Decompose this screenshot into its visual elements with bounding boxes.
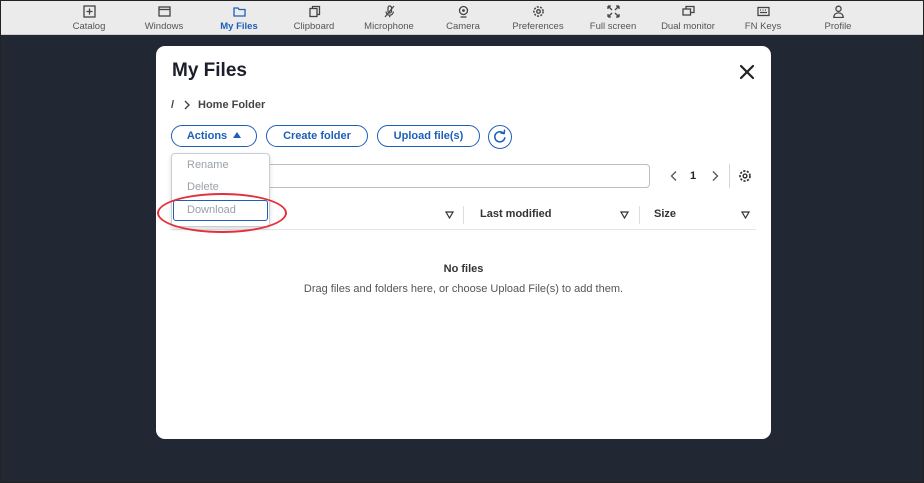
sort-down-icon[interactable]: [620, 211, 629, 219]
toolbar-label: Catalog: [72, 21, 106, 32]
page-number: 1: [690, 170, 697, 182]
dual-monitor-icon: [682, 5, 695, 16]
column-header-size[interactable]: Size: [654, 208, 676, 220]
modal-title: My Files: [172, 60, 247, 81]
sort-down-icon[interactable]: [741, 211, 750, 219]
window-icon: [158, 6, 171, 17]
chevron-left-icon[interactable]: [668, 170, 680, 182]
refresh-button[interactable]: [488, 125, 512, 149]
plus-square-icon: [83, 5, 96, 18]
gear-icon: [533, 6, 544, 17]
upload-files-button[interactable]: Upload file(s): [377, 125, 480, 147]
create-folder-button[interactable]: Create folder: [266, 125, 368, 147]
column-divider: [639, 206, 640, 224]
close-icon[interactable]: [736, 61, 758, 83]
breadcrumb-current: Home Folder: [198, 99, 266, 111]
breadcrumb-root[interactable]: /: [171, 99, 174, 111]
menu-item-delete[interactable]: Delete: [187, 181, 219, 193]
toolbar-label: Preferences: [512, 21, 564, 32]
app-frame: Catalog Windows My Files Clipboard Micro…: [0, 0, 924, 483]
toolbar-my-files[interactable]: My Files: [201, 1, 277, 34]
keyboard-icon: [757, 6, 770, 17]
divider: [729, 164, 730, 188]
table-header-underline: [171, 229, 756, 230]
actions-button[interactable]: Actions: [171, 125, 257, 147]
chevron-right-icon: [184, 100, 190, 110]
toolbar-label: Dual monitor: [661, 21, 715, 32]
clipboard-icon: [309, 5, 321, 18]
top-toolbar: Catalog Windows My Files Clipboard Micro…: [1, 1, 923, 35]
toolbar-label: My Files: [220, 21, 258, 32]
toolbar-dual-monitor[interactable]: Dual monitor: [650, 1, 726, 34]
toolbar-fn-keys[interactable]: FN Keys: [725, 1, 801, 34]
toolbar-label: Clipboard: [293, 21, 335, 32]
chevron-right-icon[interactable]: [709, 170, 721, 182]
toolbar-label: Camera: [446, 21, 480, 32]
toolbar-label: FN Keys: [744, 21, 782, 32]
toolbar-windows[interactable]: Windows: [126, 1, 202, 34]
toolbar-label: Profile: [824, 21, 852, 32]
menu-item-rename[interactable]: Rename: [187, 159, 229, 171]
search-input[interactable]: [256, 164, 650, 188]
microphone-icon: [384, 5, 395, 18]
empty-state-message: Drag files and folders here, or choose U…: [303, 283, 624, 295]
toolbar-microphone[interactable]: Microphone: [351, 1, 427, 34]
toolbar-profile[interactable]: Profile: [800, 1, 876, 34]
my-files-modal: My Files / Home Folder Actions Create fo…: [156, 46, 771, 439]
toolbar-label: Windows: [144, 21, 184, 32]
toolbar-preferences[interactable]: Preferences: [500, 1, 576, 34]
toolbar-label: Microphone: [364, 21, 414, 32]
sort-down-icon[interactable]: [445, 211, 454, 219]
column-header-last-modified[interactable]: Last modified: [480, 208, 552, 220]
caret-up-icon: [233, 132, 242, 138]
toolbar-label: Full screen: [589, 21, 637, 32]
camera-icon: [458, 5, 469, 18]
refresh-icon: [494, 129, 506, 143]
folder-icon: [233, 7, 246, 17]
column-divider: [463, 206, 464, 224]
settings-gear-icon[interactable]: [738, 169, 752, 183]
fullscreen-icon: [607, 5, 620, 18]
toolbar-full-screen[interactable]: Full screen: [575, 1, 651, 34]
user-icon: [833, 5, 844, 18]
actions-label: Actions: [186, 130, 228, 142]
toolbar-camera[interactable]: Camera: [425, 1, 501, 34]
actions-menu: Rename Delete Download: [171, 153, 270, 227]
toolbar-clipboard[interactable]: Clipboard: [276, 1, 352, 34]
menu-item-download[interactable]: Download: [187, 204, 236, 216]
empty-state-title: No files: [443, 263, 484, 275]
toolbar-catalog[interactable]: Catalog: [51, 1, 127, 34]
